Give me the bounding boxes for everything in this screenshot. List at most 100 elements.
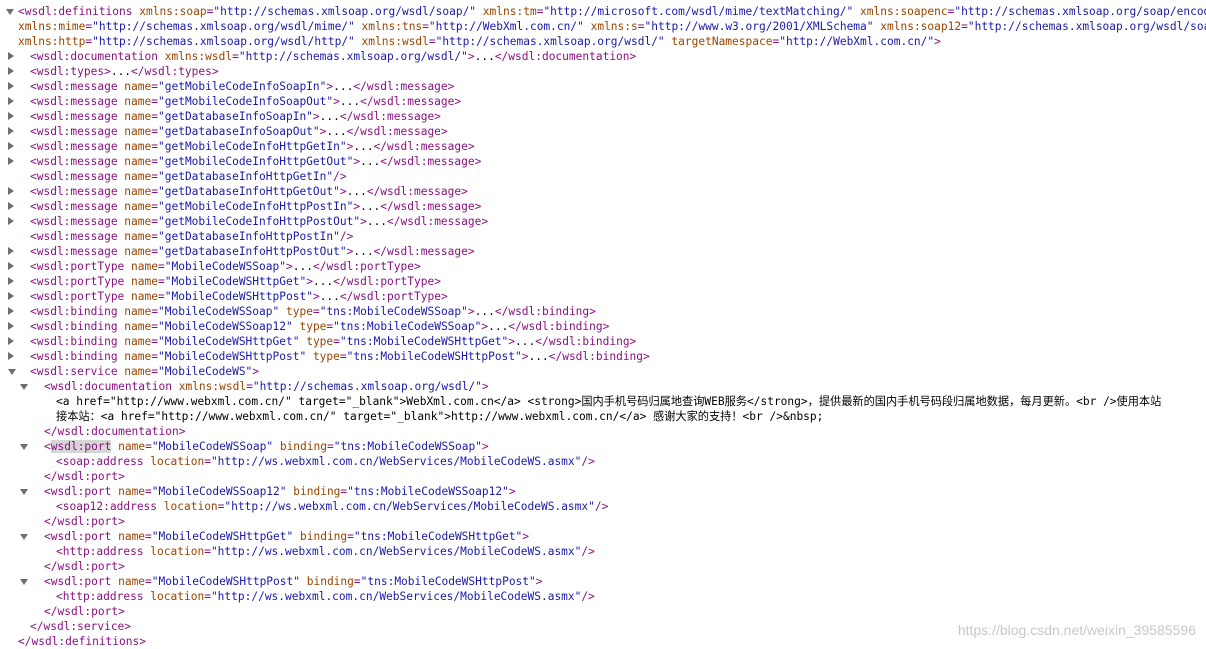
xml-tag: <wsdl:message	[30, 185, 125, 198]
xml-attr-value: "http://schemas.xmlsoap.org/wsdl/"	[435, 35, 665, 48]
xml-tag: =	[151, 305, 158, 318]
xml-tag	[279, 305, 286, 318]
xml-attr-value: "MobileCodeWSHttpGet"	[151, 530, 294, 543]
xml-attr-name: name	[124, 110, 152, 123]
xml-tag: >	[934, 35, 941, 48]
xml-attr-name: name	[124, 230, 152, 243]
xml-tag: =	[326, 440, 334, 453]
xml-tag: =	[422, 20, 429, 33]
xml-attr-value: "tns:MobileCodeWSSoap"	[333, 440, 482, 453]
expanded-arrow-icon[interactable]	[20, 579, 28, 585]
xml-attr-name: xmlns:http	[18, 35, 86, 48]
collapsed-arrow-icon[interactable]	[8, 67, 14, 75]
xml-attr-name: location	[150, 545, 205, 558]
xml-tag: <wsdl:message	[30, 110, 125, 123]
xml-tag: </wsdl:port>	[44, 605, 125, 618]
xml-tag: </wsdl:documentation>	[494, 50, 637, 63]
collapsed-arrow-icon[interactable]	[8, 142, 14, 150]
xml-line-text: <wsdl:definitions xmlns:soap="http://sch…	[18, 4, 1206, 19]
xml-text: ...	[360, 155, 381, 168]
collapsed-arrow-icon[interactable]	[8, 307, 14, 315]
xml-tag: </wsdl:message>	[380, 155, 482, 168]
collapsed-arrow-icon[interactable]	[8, 292, 14, 300]
collapsed-arrow-icon[interactable]	[8, 127, 14, 135]
collapsed-arrow-icon[interactable]	[8, 247, 14, 255]
xml-attr-value: "http://schemas.xmlsoap.org/wsdl/"	[238, 50, 468, 63]
xml-line-text: <wsdl:message name="getMobileCodeInfoSoa…	[30, 79, 454, 94]
xml-line-text: <wsdl:message name="getDatabaseInfoSoapI…	[30, 109, 441, 124]
collapsed-arrow-icon[interactable]	[8, 112, 14, 120]
collapsed-arrow-icon[interactable]	[8, 202, 14, 210]
xml-attr-name: name	[124, 170, 152, 183]
xml-tag: />	[333, 170, 347, 183]
xml-attr-value: "getDatabaseInfoSoapOut"	[158, 125, 320, 138]
xml-tag	[584, 20, 591, 33]
expanded-arrow-icon[interactable]	[20, 489, 28, 495]
xml-attr-name: name	[118, 530, 146, 543]
collapsed-arrow-icon[interactable]	[8, 352, 14, 360]
xml-tag: <wsdl:message	[30, 245, 125, 258]
xml-tag: <wsdl:message	[30, 125, 125, 138]
xml-text: ...	[346, 185, 367, 198]
expanded-arrow-icon[interactable]	[20, 534, 28, 540]
xml-text: ...	[528, 350, 549, 363]
xml-tag: >	[467, 305, 475, 318]
collapsed-arrow-icon[interactable]	[8, 52, 14, 60]
xml-tag: <wsdl:documentation	[30, 50, 165, 63]
xml-attr-name: name	[124, 245, 152, 258]
collapsed-arrow-icon[interactable]	[8, 97, 14, 105]
xml-attr-name: xmlns:s	[590, 20, 638, 33]
xml-tag: =	[204, 545, 211, 558]
xml-attr-value: "http://microsoft.com/wsdl/mime/textMatc…	[543, 5, 854, 18]
xml-tag: =	[151, 155, 158, 168]
xml-attr-name: name	[124, 320, 152, 333]
xml-tag: >	[481, 440, 489, 453]
xml-line-text: <a href="http://www.webxml.com.cn/" targ…	[56, 394, 1161, 409]
collapsed-arrow-icon[interactable]	[8, 322, 14, 330]
expanded-arrow-icon[interactable]	[8, 369, 16, 375]
xml-attr-name: name	[124, 80, 152, 93]
collapsed-arrow-icon[interactable]	[8, 157, 14, 165]
xml-tag: <http:address	[56, 590, 151, 603]
collapsed-arrow-icon[interactable]	[8, 82, 14, 90]
xml-tag: =	[347, 530, 354, 543]
collapsed-arrow-icon[interactable]	[8, 277, 14, 285]
xml-line-text: <http:address location="http://ws.webxml…	[56, 589, 595, 604]
xml-tag: <wsdl:message	[30, 95, 125, 108]
xml-text: ...	[488, 320, 509, 333]
xml-tag: </wsdl:message>	[346, 125, 448, 138]
collapsed-arrow-icon[interactable]	[8, 187, 14, 195]
xml-tag: =	[353, 575, 361, 588]
xml-attr-value: "tns:MobileCodeWSHttpPost"	[346, 350, 522, 363]
xml-line-text: <wsdl:service name="MobileCodeWS">	[30, 364, 259, 379]
xml-tag: />	[581, 590, 595, 603]
xml-line-text: <wsdl:binding name="MobileCodeWSSoap" ty…	[30, 304, 596, 319]
xml-tag: >	[306, 275, 313, 288]
expanded-arrow-icon[interactable]	[20, 384, 28, 390]
xml-line-text: </wsdl:port>	[44, 604, 125, 619]
xml-text: ...	[339, 95, 361, 108]
xml-tag: =	[145, 440, 152, 453]
xml-text: ...	[110, 65, 132, 78]
xml-attr-name: name	[131, 290, 158, 303]
xml-tag: =	[145, 575, 152, 588]
xml-attr-value: "getMobileCodeInfoHttpPostOut"	[158, 215, 361, 228]
xml-tag: <wsdl:service	[30, 365, 125, 378]
collapsed-arrow-icon[interactable]	[8, 337, 14, 345]
collapsed-arrow-icon[interactable]	[8, 217, 14, 225]
xml-line-text: 接本站：<a href="http://www.webxml.com.cn/" …	[56, 409, 823, 424]
xml-tag: </wsdl:types>	[131, 65, 219, 78]
expanded-arrow-icon[interactable]	[20, 444, 28, 450]
collapsed-arrow-icon[interactable]	[8, 262, 14, 270]
xml-attr-value: "MobileCodeWSSoap"	[158, 305, 280, 318]
xml-line-text: <wsdl:message name="getDatabaseInfoSoapO…	[30, 124, 448, 139]
xml-line-text: <soap12:address location="http://ws.webx…	[56, 499, 608, 514]
xml-line-text: <wsdl:port name="MobileCodeWSHttpPost" b…	[44, 574, 543, 589]
xml-attr-name: xmlns:mime	[18, 20, 86, 33]
xml-attr-name: location	[150, 590, 205, 603]
expanded-arrow-icon[interactable]	[6, 9, 14, 15]
xml-line-text: <wsdl:binding name="MobileCodeWSHttpPost…	[30, 349, 650, 364]
xml-line-text: <wsdl:portType name="MobileCodeWSSoap">.…	[30, 259, 421, 274]
xml-line-text: </wsdl:port>	[44, 469, 125, 484]
xml-tag: <wsdl:message	[30, 200, 125, 213]
